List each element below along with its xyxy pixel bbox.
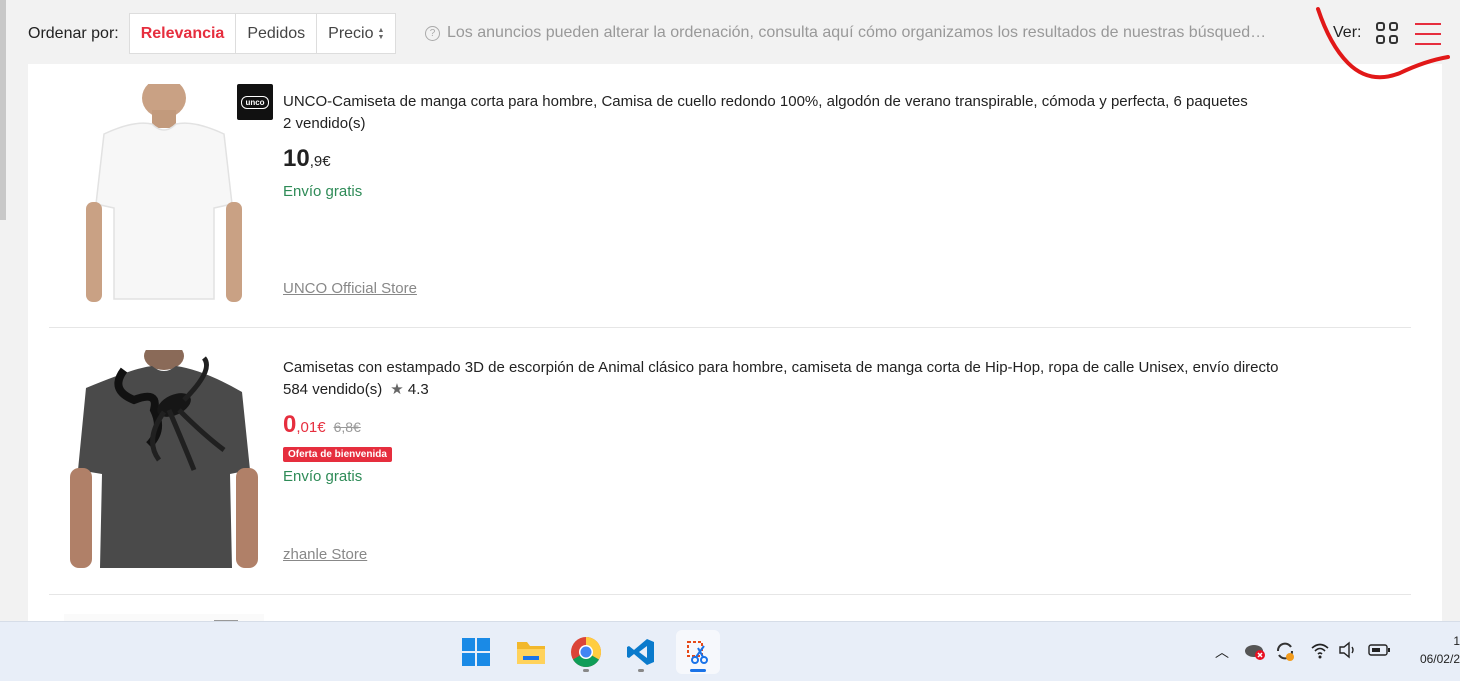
product-image[interactable]: [64, 84, 264, 308]
view-label: Ver:: [1333, 24, 1362, 41]
windows-icon: [462, 638, 490, 666]
volume-icon[interactable]: [1338, 641, 1358, 659]
shipping-info: Envío gratis: [283, 183, 363, 200]
windows-start-button[interactable]: [454, 630, 498, 674]
price: 10,9€: [283, 144, 1248, 177]
price-integer: 10: [283, 145, 310, 172]
grid-view-icon[interactable]: [1376, 22, 1400, 46]
sync-icon[interactable]: [1274, 640, 1296, 662]
product-image[interactable]: [64, 350, 264, 574]
price: 0,01€ 6,8€: [283, 410, 1279, 443]
battery-icon[interactable]: [1368, 643, 1392, 657]
sort-price-label: Precio: [328, 24, 374, 42]
product-item[interactable]: unco UNCO-Camiseta de manga corta para h…: [49, 64, 1411, 328]
brand-logo: unco: [237, 84, 273, 120]
sort-bar: Ordenar por: Relevancia Pedidos Precio ▲…: [28, 13, 397, 54]
sort-price-button[interactable]: Precio ▲ ▼: [317, 14, 395, 53]
product-item[interactable]: Camisetas con estampado 3D de escorpión …: [49, 330, 1411, 595]
price-decimal: ,01€: [296, 419, 326, 436]
original-price: 6,8€: [333, 419, 361, 435]
file-explorer-button[interactable]: [509, 630, 553, 674]
white-tshirt-image: [64, 84, 264, 308]
vscode-icon: [627, 639, 654, 665]
running-indicator: [638, 669, 644, 672]
results-list: unco UNCO-Camiseta de manga corta para h…: [28, 64, 1442, 621]
product-title[interactable]: Camisetas con estampado 3D de escorpión …: [283, 358, 1279, 378]
sort-orders-button[interactable]: Pedidos: [236, 14, 318, 53]
page-scrollbar[interactable]: [0, 0, 6, 220]
sort-arrows-icon: ▲ ▼: [377, 26, 385, 41]
sort-relevance-button[interactable]: Relevancia: [130, 14, 237, 53]
sold-count: 584 vendido(s): [283, 381, 383, 398]
system-clock[interactable]: 1 06/02/2: [1420, 632, 1460, 668]
star-icon: ★: [390, 381, 404, 398]
chrome-icon: [571, 637, 602, 668]
chrome-button[interactable]: [564, 630, 608, 674]
product-title[interactable]: UNCO-Camiseta de manga corta para hombre…: [283, 92, 1248, 112]
content-scrollbar[interactable]: [1442, 64, 1460, 621]
shipping-info: Envío gratis: [283, 468, 363, 485]
question-icon: ?: [425, 25, 440, 41]
product-info: Camisetas con estampado 3D de escorpión …: [283, 358, 1279, 485]
sort-options: Relevancia Pedidos Precio ▲ ▼: [128, 13, 397, 54]
running-indicator: [583, 669, 589, 672]
product-meta: 584 vendido(s) ★ 4.3: [283, 380, 1279, 400]
sort-label: Ordenar por:: [28, 24, 119, 42]
clock-date: 06/02/2: [1419, 652, 1460, 666]
vscode-button[interactable]: [619, 630, 663, 674]
clock-time: 1: [1453, 634, 1460, 648]
snipping-tool-button[interactable]: [676, 630, 720, 674]
ranking-notice-text: Los anuncios pueden alterar la ordenació…: [447, 24, 1267, 41]
price-integer: 0: [283, 411, 297, 438]
onedrive-error-icon[interactable]: [1244, 640, 1266, 662]
folder-icon: [517, 642, 545, 664]
ranking-notice[interactable]: ? Los anuncios pueden alterar la ordenac…: [425, 24, 1266, 42]
scorpion-tshirt-image: [64, 350, 264, 574]
show-hidden-icons[interactable]: ︿: [1215, 642, 1229, 662]
store-link[interactable]: zhanle Store: [283, 546, 367, 563]
wifi-icon[interactable]: [1310, 641, 1330, 659]
store-link[interactable]: UNCO Official Store: [283, 280, 417, 297]
product-image[interactable]: [64, 614, 264, 621]
active-indicator: [690, 669, 706, 672]
welcome-offer-badge: Oferta de bienvenida: [283, 447, 392, 462]
price-decimal: ,9€: [309, 153, 331, 170]
sold-count: 2 vendido(s): [283, 115, 366, 132]
rating-value: 4.3: [407, 381, 429, 398]
snipping-tool-icon: [687, 641, 708, 664]
product-info: UNCO-Camiseta de manga corta para hombre…: [283, 92, 1248, 200]
list-view-icon[interactable]: [1415, 22, 1441, 46]
product-item[interactable]: [49, 614, 1411, 621]
taskbar: ︿ 1 06/02/2: [0, 621, 1460, 681]
